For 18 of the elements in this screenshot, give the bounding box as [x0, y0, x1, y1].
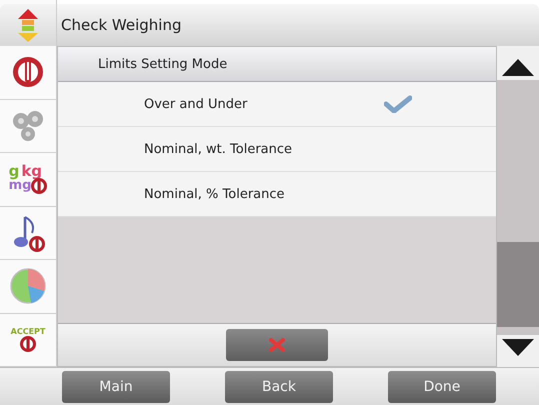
prohibit-icon	[31, 178, 48, 194]
option-row[interactable]: Nominal, wt. Tolerance	[58, 127, 496, 172]
scrollbar-thumb[interactable]	[497, 242, 539, 328]
nav-button[interactable]: Back	[225, 370, 333, 403]
cancel-button[interactable]	[226, 329, 328, 362]
cross-icon	[269, 338, 285, 352]
prohibit-icon	[20, 336, 36, 352]
power-icon[interactable]	[11, 55, 45, 90]
dialog-title: Limits Setting Mode	[98, 56, 228, 72]
nav-button[interactable]: Done	[388, 370, 496, 403]
option-row[interactable]: Nominal, % Tolerance	[58, 172, 496, 217]
units-icon[interactable]: g kg mg	[8, 164, 48, 194]
nav-button[interactable]: Main	[62, 370, 170, 403]
option-row[interactable]: Over and Under	[58, 82, 496, 127]
window-title: Check Weighing	[61, 16, 182, 34]
gears-icon[interactable]	[10, 108, 46, 143]
accept-icon[interactable]: ACCEPT	[10, 327, 46, 352]
pie-icon[interactable]	[9, 267, 47, 306]
